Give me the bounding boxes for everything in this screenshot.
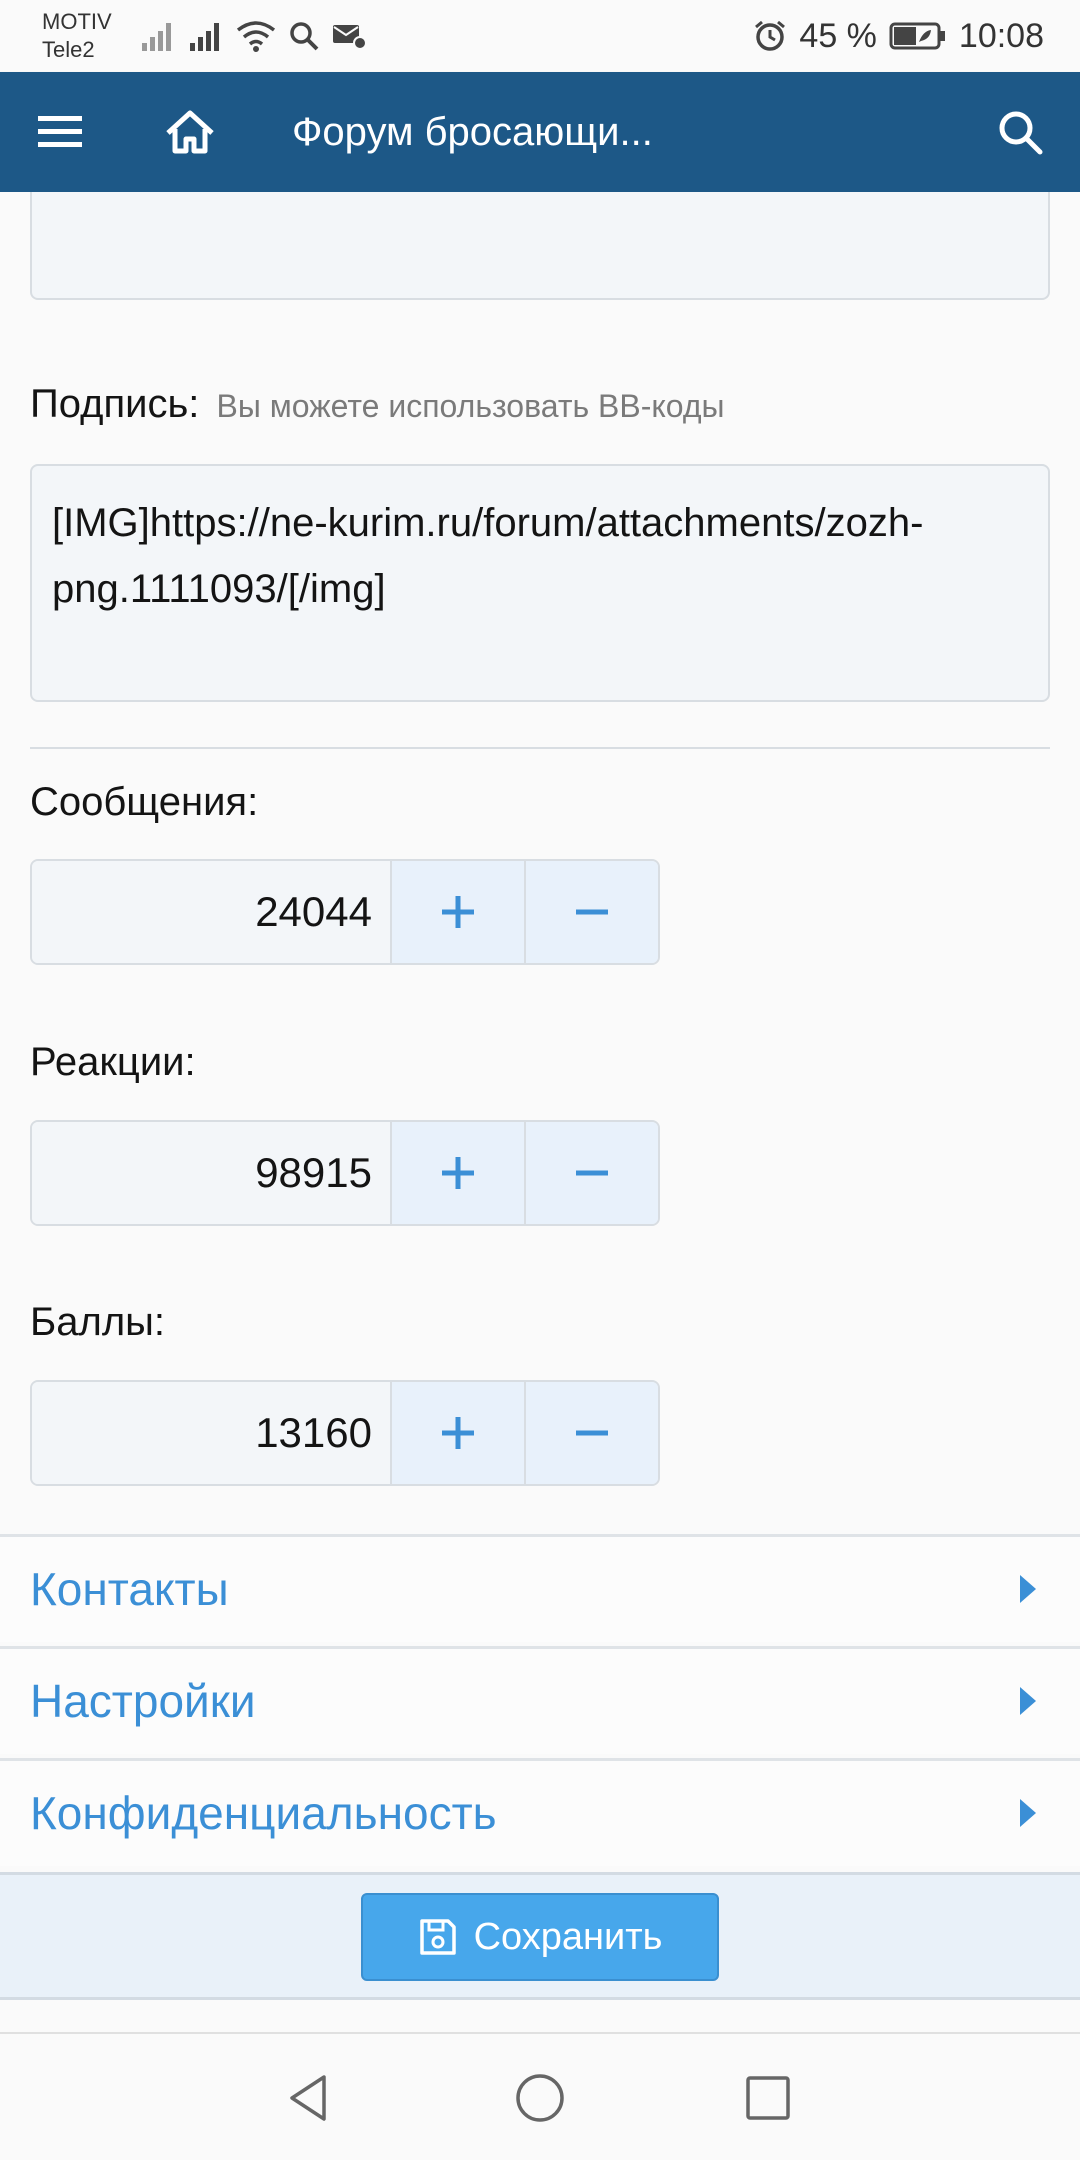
home-button[interactable]: [150, 72, 230, 192]
plus-icon: [442, 1157, 474, 1189]
reactions-input[interactable]: 98915: [32, 1122, 390, 1224]
back-button[interactable]: [248, 2034, 368, 2160]
caret-right-icon: [1020, 1799, 1036, 1827]
points-label: Баллы:: [30, 1300, 166, 1344]
minus-icon: [576, 1170, 608, 1176]
messages-stepper: 24044: [30, 859, 660, 965]
points-increment-button[interactable]: [390, 1382, 524, 1484]
points-decrement-button[interactable]: [524, 1382, 658, 1484]
caret-right-icon: [1020, 1687, 1036, 1715]
page-title: Форум бросающи...: [292, 110, 653, 154]
reactions-stepper: 98915: [30, 1120, 660, 1226]
home-nav-button[interactable]: [480, 2034, 600, 2160]
signature-hint: Вы можете использовать BB-коды: [216, 388, 725, 424]
reactions-increment-button[interactable]: [390, 1122, 524, 1224]
recent-apps-button[interactable]: [708, 2034, 828, 2160]
menu-icon: [38, 116, 82, 147]
section-settings[interactable]: Настройки: [0, 1646, 1080, 1754]
previous-text-field[interactable]: [30, 192, 1050, 300]
menu-button[interactable]: [20, 72, 100, 192]
status-icons-right: 45 % 10:08: [753, 14, 1044, 58]
save-button[interactable]: Сохранить: [361, 1893, 719, 1981]
status-bar: MOTIV Tele2 45 % 10:08: [0, 0, 1080, 72]
clock: 10:08: [958, 16, 1044, 55]
battery-percent: 45 %: [799, 16, 877, 55]
floppy-disk-icon: [419, 1919, 456, 1955]
points-stepper: 13160: [30, 1380, 660, 1486]
section-contacts-label: Контакты: [30, 1563, 229, 1615]
back-icon: [290, 2075, 326, 2121]
plus-icon: [442, 1417, 474, 1449]
form-content: Подпись: Вы можете использовать BB-коды …: [0, 192, 1080, 2000]
messages-increment-button[interactable]: [390, 861, 524, 963]
battery-icon: [889, 22, 945, 50]
app-header: Форум бросающи...: [0, 72, 1080, 192]
mail-settings-icon: [333, 25, 367, 50]
system-navigation-bar: [0, 2032, 1080, 2160]
home-icon: [166, 110, 214, 154]
carrier-2: Tele2: [42, 37, 95, 62]
signal-icon: [190, 23, 219, 51]
section-privacy-label: Конфиденциальность: [30, 1787, 497, 1839]
recent-apps-icon: [746, 2076, 790, 2120]
section-privacy[interactable]: Конфиденциальность: [0, 1758, 1080, 1866]
messages-input[interactable]: 24044: [32, 861, 390, 963]
signature-label-text: Подпись:: [30, 382, 200, 426]
carrier-1: MOTIV: [42, 9, 112, 34]
search-button[interactable]: [980, 72, 1060, 192]
carrier-names: MOTIV Tele2: [42, 8, 112, 64]
caret-right-icon: [1020, 1575, 1036, 1603]
alarm-icon: [755, 20, 786, 51]
signal-icon: [142, 23, 171, 51]
plus-icon: [442, 896, 474, 928]
signature-textarea[interactable]: [IMG]https://ne-kurim.ru/forum/attachmen…: [30, 464, 1050, 702]
status-icons-left: [140, 14, 368, 58]
section-settings-label: Настройки: [30, 1675, 256, 1727]
minus-icon: [576, 909, 608, 915]
points-input[interactable]: 13160: [32, 1382, 390, 1484]
divider: [30, 747, 1050, 749]
messages-decrement-button[interactable]: [524, 861, 658, 963]
reactions-decrement-button[interactable]: [524, 1122, 658, 1224]
form-submit-bar: Сохранить: [0, 1872, 1080, 2000]
messages-label: Сообщения:: [30, 780, 259, 824]
search-icon: [999, 111, 1043, 155]
minus-icon: [576, 1430, 608, 1436]
reactions-label: Реакции:: [30, 1040, 196, 1084]
search-icon: [290, 22, 319, 51]
save-button-label: Сохранить: [473, 1915, 663, 1958]
section-contacts[interactable]: Контакты: [0, 1534, 1080, 1642]
home-circle-icon: [516, 2074, 564, 2122]
signature-label: Подпись: Вы можете использовать BB-коды: [30, 382, 725, 427]
wifi-icon: [236, 21, 276, 52]
